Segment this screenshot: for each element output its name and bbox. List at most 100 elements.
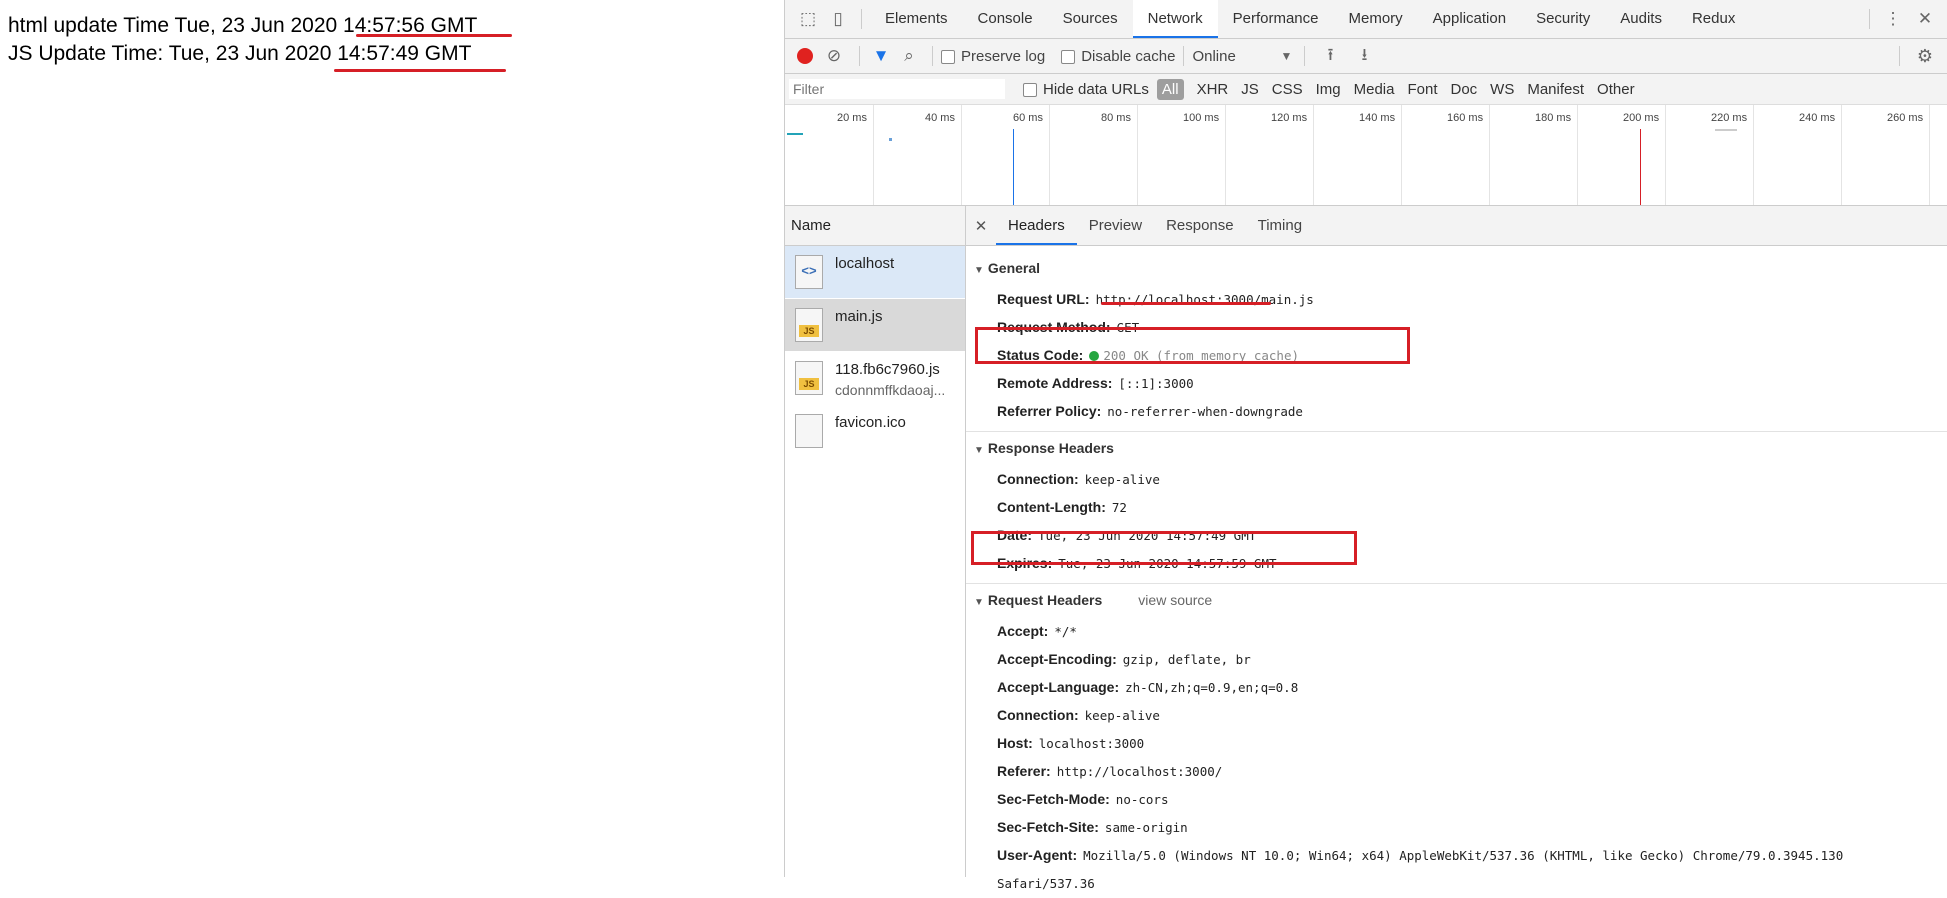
separator — [1304, 46, 1306, 66]
view-source-link[interactable]: view source — [1138, 592, 1212, 608]
separator — [1899, 46, 1900, 66]
devtools-tab-bar: ⬚ ▯ Elements Console Sources Network Per… — [785, 0, 1947, 39]
grid-line — [1489, 105, 1490, 205]
request-name: 118.fb6c7960.js — [835, 361, 940, 378]
filter-type-other[interactable]: Other — [1597, 81, 1635, 98]
grid-line — [873, 105, 874, 205]
tab-sources[interactable]: Sources — [1048, 0, 1133, 38]
close-icon[interactable]: ✕ — [1908, 9, 1942, 29]
tab-network[interactable]: Network — [1132, 0, 1218, 38]
separator — [1183, 46, 1185, 66]
filter-type-font[interactable]: Font — [1407, 81, 1437, 98]
annotation-underline — [356, 34, 512, 37]
tab-response[interactable]: Response — [1154, 206, 1246, 245]
tab-audits[interactable]: Audits — [1605, 0, 1677, 38]
response-headers-section-header[interactable]: ▼ Response Headers — [966, 432, 1947, 465]
filter-icon[interactable]: ▼ — [868, 46, 894, 66]
grid-line — [1577, 105, 1578, 205]
clear-icon[interactable]: ⊘ — [817, 46, 851, 66]
header-row: Remote Address: [::1]:3000 — [997, 375, 1194, 391]
inspect-icon[interactable]: ⬚ — [793, 9, 823, 29]
tick-label: 40 ms — [925, 112, 955, 124]
header-row: Accept-Language: zh-CN,zh;q=0.9,en;q=0.8 — [997, 679, 1299, 695]
tab-memory[interactable]: Memory — [1334, 0, 1418, 38]
grid-line — [1313, 105, 1314, 205]
triangle-down-icon: ▼ — [974, 265, 984, 276]
filter-input[interactable] — [789, 79, 1005, 99]
close-details-icon[interactable]: ✕ — [966, 217, 996, 235]
html-file-icon: <> — [795, 255, 823, 289]
throttle-select[interactable]: Online — [1192, 48, 1276, 65]
tab-preview[interactable]: Preview — [1077, 206, 1154, 245]
column-header-name[interactable]: Name — [785, 206, 965, 246]
tick-label: 140 ms — [1359, 112, 1396, 124]
filter-type-doc[interactable]: Doc — [1450, 81, 1477, 98]
triangle-down-icon: ▼ — [974, 445, 984, 456]
filter-type-js[interactable]: JS — [1241, 81, 1259, 98]
web-page: html update Time Tue, 23 Jun 2020 14:57:… — [0, 0, 784, 877]
header-row: Sec-Fetch-Mode: no-cors — [997, 791, 1169, 807]
request-name: favicon.ico — [835, 414, 906, 431]
export-har-icon[interactable]: ⭳ — [1347, 42, 1381, 71]
request-row[interactable]: <> localhost — [785, 246, 965, 299]
network-toolbar: ⊘ ▼ ⌕ Preserve log Disable cache Online … — [785, 39, 1947, 74]
tab-application[interactable]: Application — [1418, 0, 1521, 38]
header-row: Accept: */* — [997, 623, 1077, 639]
header-row-continued: Safari/537.36 — [997, 876, 1095, 891]
grid-line — [1049, 105, 1050, 205]
annotation-underline — [334, 69, 506, 72]
filter-type-manifest[interactable]: Manifest — [1527, 81, 1584, 98]
tab-timing[interactable]: Timing — [1246, 206, 1314, 245]
filter-type-media[interactable]: Media — [1354, 81, 1395, 98]
request-bar — [1715, 129, 1737, 131]
filter-type-ws[interactable]: WS — [1490, 81, 1514, 98]
grid-line — [1225, 105, 1226, 205]
header-row: Sec-Fetch-Site: same-origin — [997, 819, 1188, 835]
tab-performance[interactable]: Performance — [1218, 0, 1334, 38]
record-icon[interactable] — [797, 48, 813, 64]
tick-label: 160 ms — [1447, 112, 1484, 124]
tab-console[interactable]: Console — [963, 0, 1048, 38]
tick-label: 120 ms — [1271, 112, 1308, 124]
request-row[interactable]: favicon.ico — [785, 405, 965, 458]
filter-type-css[interactable]: CSS — [1272, 81, 1303, 98]
filter-bar: Hide data URLs All XHR JS CSS Img Media … — [785, 74, 1947, 105]
triangle-down-icon: ▼ — [974, 597, 984, 608]
tick-label: 180 ms — [1535, 112, 1572, 124]
device-toolbar-icon[interactable]: ▯ — [823, 9, 853, 29]
tab-elements[interactable]: Elements — [870, 0, 963, 38]
filter-type-img[interactable]: Img — [1316, 81, 1341, 98]
separator — [859, 46, 860, 66]
filter-type-xhr[interactable]: XHR — [1197, 81, 1229, 98]
general-section-header[interactable]: ▼ General — [966, 252, 1947, 285]
import-har-icon[interactable]: ⭱ — [1313, 42, 1347, 71]
tab-headers[interactable]: Headers — [996, 206, 1077, 245]
grid-line — [1401, 105, 1402, 205]
request-row[interactable]: JS main.js — [785, 299, 965, 352]
request-headers-section-header[interactable]: ▼ Request Headers view source — [966, 584, 1947, 617]
header-row: Referrer Policy: no-referrer-when-downgra… — [997, 403, 1303, 419]
disable-cache-checkbox[interactable]: Disable cache — [1061, 48, 1175, 65]
tick-label: 260 ms — [1887, 112, 1924, 124]
filter-type-all[interactable]: All — [1156, 78, 1184, 100]
tick-label: 200 ms — [1623, 112, 1660, 124]
settings-gear-icon[interactable]: ⚙ — [1908, 46, 1942, 67]
chevron-down-icon[interactable]: ▼ — [1276, 49, 1296, 63]
tab-security[interactable]: Security — [1521, 0, 1605, 38]
load-event-line — [1640, 129, 1641, 205]
request-row[interactable]: JS 118.fb6c7960.js cdonnmffkdaoaj... — [785, 352, 965, 405]
more-options-icon[interactable]: ⋮ — [1878, 9, 1908, 29]
tick-label: 20 ms — [837, 112, 867, 124]
tick-label: 100 ms — [1183, 112, 1220, 124]
hide-data-urls-checkbox[interactable]: Hide data URLs — [1023, 81, 1149, 98]
separator — [1869, 9, 1870, 29]
grid-line — [1665, 105, 1666, 205]
preserve-log-checkbox[interactable]: Preserve log — [941, 48, 1045, 65]
tab-redux[interactable]: Redux — [1677, 0, 1750, 38]
grid-line — [1137, 105, 1138, 205]
network-overview-timeline[interactable]: 20 ms 40 ms 60 ms 80 ms 100 ms 120 ms 14… — [785, 105, 1947, 206]
blank-file-icon — [795, 414, 823, 448]
search-icon[interactable]: ⌕ — [894, 46, 924, 66]
grid-line — [961, 105, 962, 205]
header-row: Request URL: http://localhost:3000/main.j… — [997, 291, 1314, 307]
